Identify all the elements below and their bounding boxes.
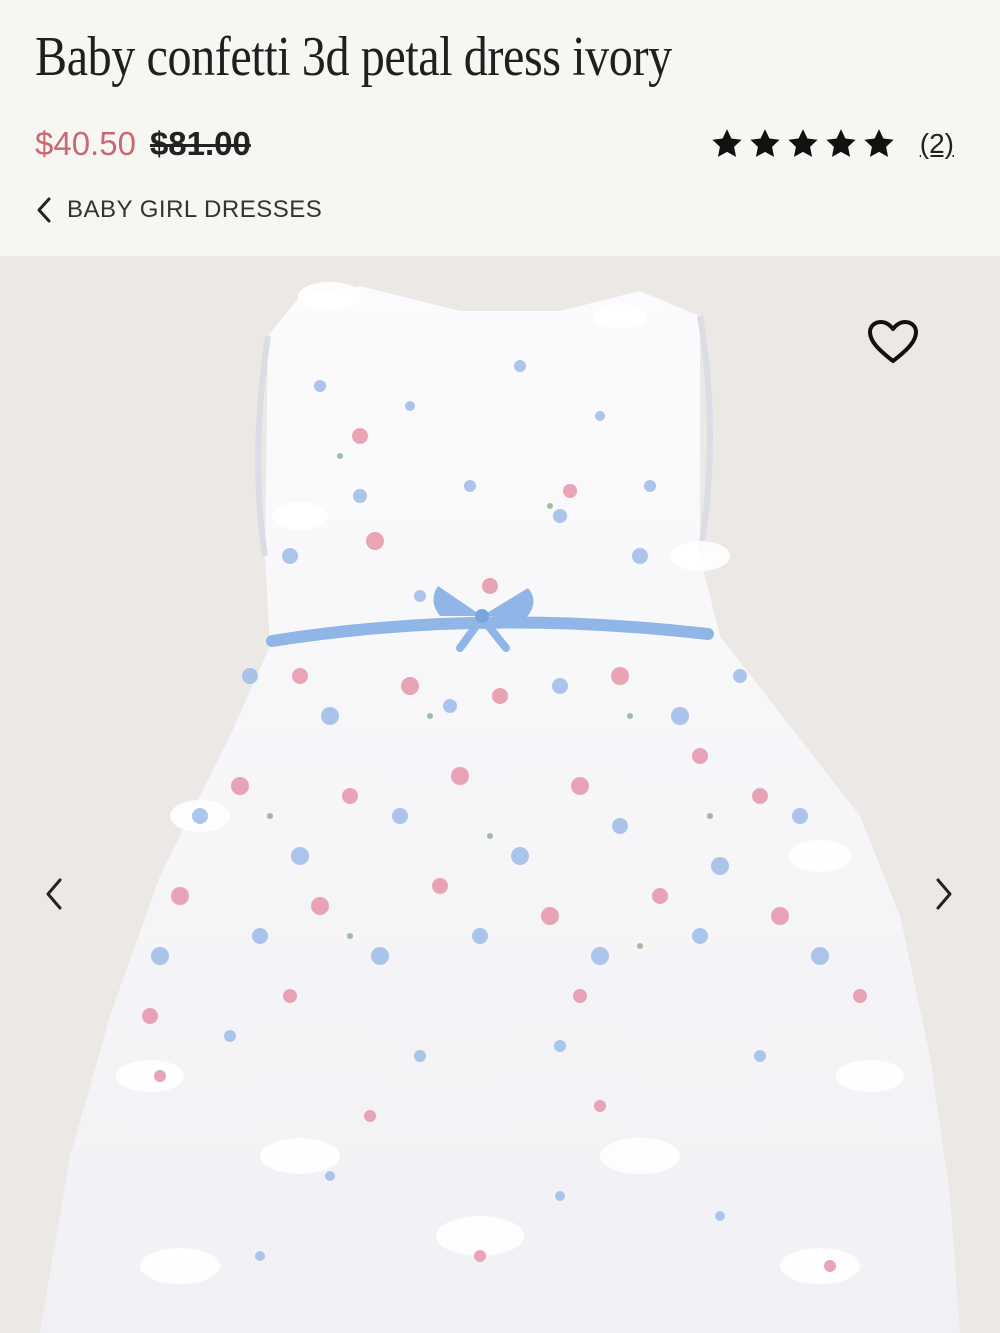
star-icon xyxy=(826,129,856,157)
breadcrumb[interactable]: BABY GIRL DRESSES xyxy=(35,196,322,224)
product-image-gallery[interactable] xyxy=(0,256,1000,1333)
product-image xyxy=(40,282,960,1333)
star-icon xyxy=(864,129,894,157)
chevron-left-icon xyxy=(37,197,51,223)
rating-stars xyxy=(710,127,896,161)
breadcrumb-label: BABY GIRL DRESSES xyxy=(67,196,323,223)
chevron-right-icon[interactable] xyxy=(926,872,962,916)
review-count-link[interactable]: (2) xyxy=(920,128,954,160)
star-icon xyxy=(712,129,742,157)
star-icon xyxy=(788,129,818,157)
rating[interactable]: (2) xyxy=(710,120,954,168)
sale-price: $40.50 xyxy=(35,125,136,162)
heart-outline-icon[interactable] xyxy=(866,318,920,366)
product-title: Baby confetti 3d petal dress ivory xyxy=(35,26,672,88)
star-icon xyxy=(750,129,780,157)
original-price: $81.00 xyxy=(149,125,251,162)
chevron-left-icon[interactable] xyxy=(36,872,72,916)
product-header: Baby confetti 3d petal dress ivory $40.5… xyxy=(0,0,1000,256)
price-row: $40.50 $81.00 xyxy=(35,122,251,166)
